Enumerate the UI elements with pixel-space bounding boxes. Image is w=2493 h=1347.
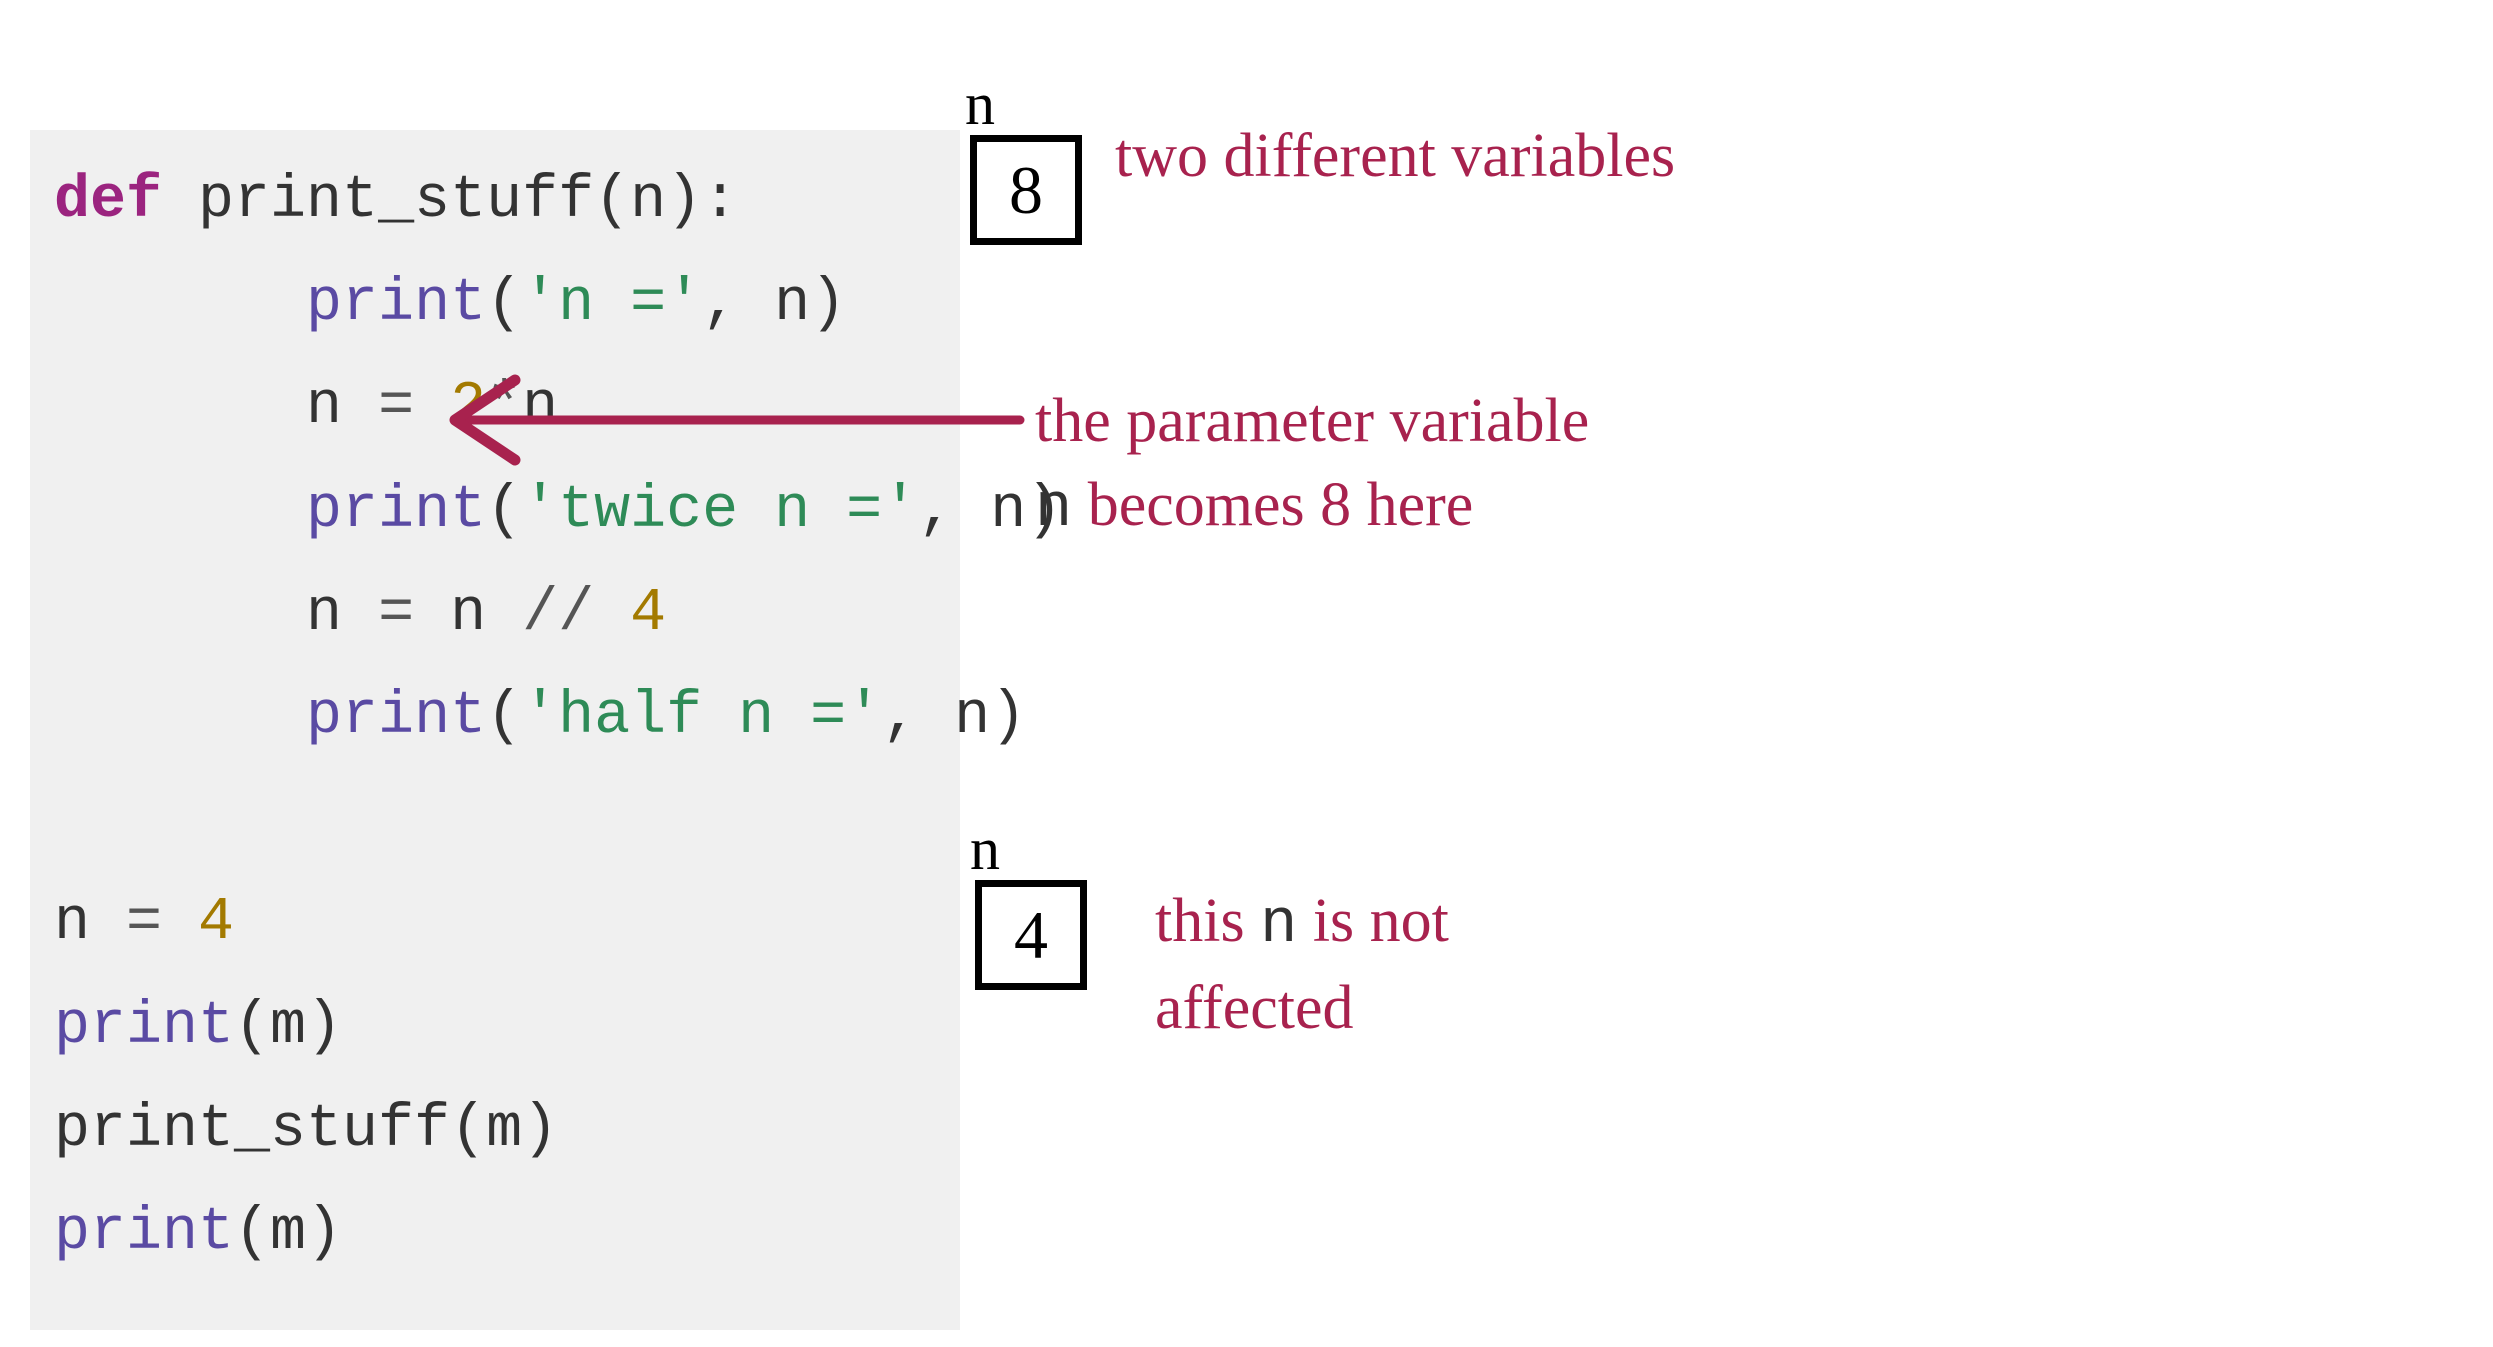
keyword-def: def [54, 167, 162, 235]
lhs-n: n [306, 580, 378, 648]
indent [54, 373, 306, 441]
var-box-n-8: 8 [970, 135, 1082, 245]
indent [54, 683, 306, 751]
code-line-2: print('n =', n) [54, 270, 846, 338]
paren-close: ) [522, 1096, 558, 1164]
code-line-6: print('half n =', n) [54, 683, 1026, 751]
paren-close: ) [990, 683, 1026, 751]
note-parameter-variable: the parameter variable n becomes 8 here [1035, 380, 1589, 550]
floordiv-op: // [522, 580, 594, 648]
paren-close: ) [306, 993, 342, 1061]
paren-open: ( [450, 1096, 486, 1164]
arg-n: n [990, 477, 1026, 545]
space [414, 373, 450, 441]
num-4: 4 [198, 889, 234, 957]
note3-this: this [1155, 887, 1260, 955]
var-value-4: 4 [1014, 896, 1048, 975]
paren-close: ) [810, 270, 846, 338]
num-2: 2 [450, 373, 486, 441]
note3-line2: affected [1155, 974, 1353, 1042]
func-name: print_stuff [162, 167, 594, 235]
paren-open: ( [234, 1199, 270, 1267]
code-line-8: n = 4 [54, 889, 234, 957]
assign-op: = [378, 580, 414, 648]
paren-open: ( [234, 993, 270, 1061]
code-line-9: print(m) [54, 993, 342, 1061]
assign-op: = [378, 373, 414, 441]
paren-open: ( [486, 683, 522, 751]
note-two-different-variables: two different variables [1115, 115, 1675, 199]
diagram-canvas: def print_stuff(n): print('n =', n) n = … [0, 0, 2493, 1347]
code-block: def print_stuff(n): print('n =', n) n = … [30, 130, 960, 1330]
lhs-n: n [306, 373, 378, 441]
call-print-stuff: print_stuff [54, 1096, 450, 1164]
rhs-n: n [522, 373, 558, 441]
call-print: print [306, 683, 486, 751]
string-literal: 'n =' [522, 270, 702, 338]
arg-n: n [774, 270, 810, 338]
note2-mono-n: n [1035, 473, 1072, 544]
lhs-n: n [54, 889, 126, 957]
paren-open: ( [594, 167, 630, 235]
call-print: print [54, 993, 234, 1061]
string-literal: 'half n =' [522, 683, 882, 751]
note-this-n-not-affected: this n is not affected [1155, 880, 1449, 1050]
note3-mono-n: n [1260, 889, 1297, 960]
arg-m: m [486, 1096, 522, 1164]
indent [54, 477, 306, 545]
comma: , [882, 683, 954, 751]
note3-rest: is not [1297, 887, 1449, 955]
note2-rest: becomes 8 here [1072, 471, 1473, 539]
call-print: print [306, 477, 486, 545]
code-line-1: def print_stuff(n): [54, 167, 738, 235]
note2-line1: the parameter variable [1035, 387, 1589, 455]
comma: , [702, 270, 774, 338]
call-print: print [54, 1199, 234, 1267]
code-line-3: n = 2*n [54, 373, 558, 441]
code-line-4: print('twice n =', n) [54, 477, 1062, 545]
comma: , [918, 477, 990, 545]
space [162, 889, 198, 957]
paren-open: ( [486, 270, 522, 338]
mid-n: n [414, 580, 522, 648]
code-line-10: print_stuff(m) [54, 1096, 558, 1164]
var-label-n-top: n [965, 70, 995, 139]
code-line-11: print(m) [54, 1199, 342, 1267]
paren-open: ( [486, 477, 522, 545]
arg-n: n [954, 683, 990, 751]
arg-m: m [270, 993, 306, 1061]
assign-op: = [126, 889, 162, 957]
mul-op: * [486, 373, 522, 441]
indent [54, 270, 306, 338]
call-print: print [306, 270, 486, 338]
var-label-n-bottom: n [970, 815, 1000, 884]
string-literal: 'twice n =' [522, 477, 918, 545]
code-line-5: n = n // 4 [54, 580, 666, 648]
var-box-n-4: 4 [975, 880, 1087, 990]
arg-m: m [270, 1199, 306, 1267]
paren-close-colon: ): [666, 167, 738, 235]
var-value-8: 8 [1009, 151, 1043, 230]
space [594, 580, 630, 648]
num-4: 4 [630, 580, 666, 648]
paren-close: ) [306, 1199, 342, 1267]
param-n: n [630, 167, 666, 235]
indent [54, 580, 306, 648]
